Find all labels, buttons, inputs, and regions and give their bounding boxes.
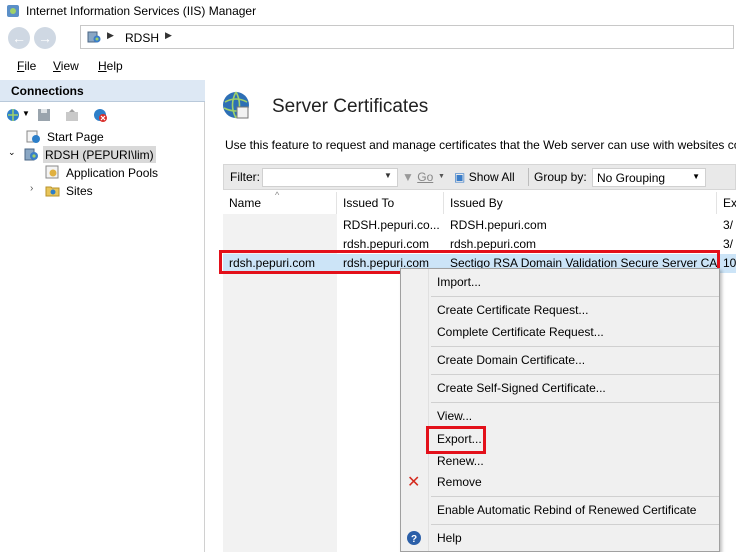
chevron-down-icon: ▼ — [692, 172, 700, 181]
group-by-select[interactable]: No Grouping ▼ — [592, 168, 706, 187]
show-all-icon: ▣ — [454, 170, 466, 184]
tree-item-sites[interactable]: › Sites — [30, 182, 200, 200]
feature-description: Use this feature to request and manage c… — [225, 138, 736, 152]
connect-dropdown-icon[interactable]: ▼ — [22, 109, 30, 118]
svg-text:?: ? — [411, 534, 417, 545]
column-header-expiration[interactable]: Ex — [717, 192, 736, 214]
menu-separator — [431, 496, 719, 497]
column-header-issued-to[interactable]: Issued To — [337, 192, 444, 214]
breadcrumb-arrow-icon[interactable]: ▶ — [165, 30, 172, 41]
context-menu-icon-column — [401, 269, 429, 551]
menu-help[interactable]: Help — [98, 59, 123, 73]
menu-item-help[interactable]: Help — [437, 531, 462, 545]
application-pools-icon — [45, 165, 59, 179]
menu-view[interactable]: View — [53, 59, 79, 73]
save-icon[interactable] — [36, 107, 52, 123]
forward-button[interactable]: → — [34, 27, 56, 49]
sites-folder-icon — [45, 186, 60, 197]
cell-issued-to[interactable]: RDSH.pepuri.co... — [337, 216, 444, 234]
connections-pane: Connections ▼ Start Page ⌄ RDSH (PEPURI\… — [0, 80, 205, 552]
sort-ascending-icon: ^ — [275, 190, 280, 200]
expand-chevron-icon[interactable]: › — [30, 183, 33, 194]
show-all-button[interactable]: ▣ Show All — [454, 170, 515, 184]
title-bar: Internet Information Services (IIS) Mana… — [0, 0, 736, 22]
tree-item-label: Sites — [66, 184, 93, 198]
remove-x-icon: ✕ — [407, 474, 421, 491]
server-icon — [24, 148, 38, 161]
menu-separator — [431, 346, 719, 347]
menu-separator — [431, 374, 719, 375]
menu-item-complete-certificate-request[interactable]: Complete Certificate Request... — [437, 325, 604, 339]
page-title: Server Certificates — [272, 96, 429, 117]
menu-item-create-certificate-request[interactable]: Create Certificate Request... — [437, 303, 588, 317]
help-icon: ? — [407, 531, 421, 545]
tree-item-application-pools[interactable]: Application Pools — [30, 164, 200, 182]
server-certificates-icon — [223, 91, 249, 119]
menu-item-renew[interactable]: Renew... — [437, 454, 484, 468]
connections-toolbar: ▼ — [0, 102, 205, 126]
menu-item-enable-automatic-rebind[interactable]: Enable Automatic Rebind of Renewed Certi… — [437, 503, 696, 517]
tree-item-start-page[interactable]: Start Page — [14, 128, 194, 146]
start-page-icon — [26, 130, 40, 143]
column-header-issued-by[interactable]: Issued By — [444, 192, 717, 214]
menu-file[interactable]: File — [17, 59, 36, 73]
funnel-icon: ▼ — [402, 170, 414, 184]
cell-issued-by[interactable]: RDSH.pepuri.com — [444, 216, 717, 234]
menu-item-create-domain-certificate[interactable]: Create Domain Certificate... — [437, 353, 585, 367]
up-folder-icon[interactable] — [64, 107, 80, 123]
filter-dropdown-icon[interactable]: ▼ — [384, 171, 392, 180]
menu-separator — [431, 402, 719, 403]
go-button[interactable]: ▼ Go — [402, 170, 433, 184]
breadcrumb-rdsh[interactable]: RDSH — [125, 31, 159, 45]
window-title: Internet Information Services (IIS) Mana… — [26, 4, 257, 18]
menu-item-import[interactable]: Import... — [437, 275, 481, 289]
group-by-value: No Grouping — [597, 171, 666, 185]
address-bar[interactable]: ▶ RDSH ▶ — [80, 25, 734, 49]
export-highlight-box — [426, 426, 486, 454]
menu-item-create-self-signed-certificate[interactable]: Create Self-Signed Certificate... — [437, 381, 606, 395]
group-by-label: Group by: — [534, 170, 587, 184]
server-icon — [87, 31, 101, 43]
menu-item-remove[interactable]: Remove — [437, 475, 482, 489]
filter-bar: Filter: ▼ ▼ Go ▼ ▣ Show All Group by: No… — [223, 164, 736, 190]
collapse-chevron-icon[interactable]: ⌄ — [8, 147, 16, 158]
navigation-bar: ← → ▶ RDSH ▶ — [0, 22, 736, 52]
connect-globe-icon[interactable] — [6, 107, 22, 123]
filter-input[interactable] — [262, 168, 398, 187]
tree-item-label: RDSH (PEPURI\lim) — [43, 146, 156, 163]
column-header-name[interactable]: Name ^ — [223, 190, 337, 214]
context-menu: Import... Create Certificate Request... … — [400, 268, 720, 552]
cell-name[interactable] — [223, 216, 337, 234]
tree-item-label: Application Pools — [66, 166, 159, 180]
menu-separator — [431, 524, 719, 525]
go-dropdown-icon[interactable]: ▼ — [438, 173, 445, 180]
toolbar-separator — [528, 168, 529, 186]
connections-header: Connections — [0, 80, 205, 102]
cell-expiration[interactable]: 3/ — [717, 216, 736, 234]
tree-item-label: Start Page — [47, 130, 104, 144]
menu-separator — [431, 296, 719, 297]
tree-item-rdsh[interactable]: ⌄ RDSH (PEPURI\lim) — [8, 146, 198, 164]
disconnect-icon[interactable] — [92, 107, 108, 123]
menu-bar: File View Help — [0, 56, 736, 78]
iis-app-icon — [7, 5, 19, 17]
back-button[interactable]: ← — [8, 27, 30, 49]
menu-item-view[interactable]: View... — [437, 409, 472, 423]
filter-label: Filter: — [230, 170, 260, 184]
breadcrumb-arrow-icon[interactable]: ▶ — [107, 30, 114, 41]
